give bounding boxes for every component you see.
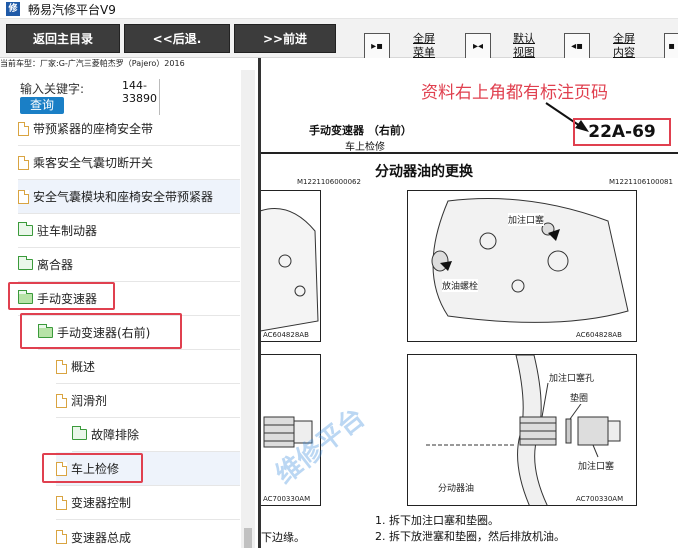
page-code-box: 22A-69 [573, 118, 671, 146]
document-icon [18, 121, 29, 136]
document-icon [56, 359, 67, 374]
left-panel: 输入关键字: 144- 33890 查询 带预紧器的座椅安全带 乘客安全气囊切断… [0, 70, 258, 548]
toolbar: 返回主目录 <<后退. >>前进 ▸▪ 全屏 菜单 ▸◂ 默认 视图 ◂▪ 全屏… [0, 19, 678, 60]
figure-bottom-right: 加注口塞孔 垫圈 加注口塞 分动器油 AC700330AM [407, 354, 637, 506]
folder-icon [72, 426, 87, 440]
tree-item-label: 概述 [71, 360, 96, 374]
more-tools-icon[interactable]: ▪ [664, 33, 678, 59]
tree-item-label: 离合器 [37, 258, 74, 272]
tree-item[interactable]: 乘客安全气囊切断开关 [18, 146, 240, 180]
tree-item-label: 安全气囊模块和座椅安全带预紧器 [33, 190, 214, 204]
highlight-box [42, 453, 143, 483]
fullscreen-menu-button[interactable]: 全屏 菜单 [413, 32, 445, 60]
document-viewer: 资料右上角都有标注页码 22A-69 手动变速器 （右前） 车上检修 分动器油的… [261, 58, 678, 548]
figure-code: AC700330AM [576, 495, 624, 503]
default-view-icon[interactable]: ▸◂ [465, 33, 491, 59]
fullscreen-menu-icon[interactable]: ▸▪ [364, 33, 390, 59]
search-input[interactable]: 144- 33890 [122, 79, 160, 115]
header-rule [261, 152, 678, 154]
step-2: 2. 拆下放泄塞和垫圈，然后排放机油。 [375, 530, 565, 543]
scrollbar-track[interactable] [241, 70, 255, 548]
step-1: 1. 拆下加注口塞和垫圈。 [375, 514, 499, 527]
tree-item-label: 驻车制动器 [37, 224, 98, 238]
label-fill-plug-2: 加注口塞 [578, 459, 615, 472]
label-drain-bolt: 放油螺栓 [442, 279, 479, 292]
figure-code: AC604828AB [263, 331, 309, 339]
tree-item[interactable]: 概述 [56, 350, 240, 384]
figure-code: AC604828AB [576, 331, 622, 339]
search-label: 输入关键字: [20, 82, 85, 96]
left-step-text: 下边缘。 [261, 531, 305, 544]
document-heading: 分动器油的更换 [375, 164, 473, 180]
tree-item[interactable]: 带预紧器的座椅安全带 [18, 112, 240, 146]
label-plug-hole: 加注口塞孔 [549, 371, 595, 384]
fig-code-left: M1221106000062 [297, 178, 361, 186]
section-title: 手动变速器 （右前） [309, 124, 412, 137]
label-gasket: 垫圈 [570, 391, 589, 404]
window-title: 畅易汽修平台V9 [28, 2, 116, 17]
figure-top-left: AC604828AB [261, 190, 321, 342]
transmission-drawing-icon [261, 208, 319, 332]
current-car-label: 当前车型：厂家:G-广汽三菱帕杰罗（Pajero）2016 [0, 59, 185, 68]
document-icon [18, 189, 29, 204]
forward-button[interactable]: >>前进 [234, 24, 336, 53]
tree-item-label: 变速器总成 [71, 530, 132, 545]
document-icon [56, 495, 67, 510]
tree-item-label: 故障排除 [91, 428, 140, 442]
highlight-box [20, 313, 182, 349]
tree-item[interactable]: 故障排除 [72, 418, 240, 452]
document-icon [56, 530, 67, 544]
search-value-line-1: 144- [122, 79, 147, 92]
label-transfer-oil: 分动器油 [438, 481, 475, 494]
tree-item[interactable]: 变速器控制 [56, 486, 240, 520]
figure-top-right: 加注口塞 放油螺栓 AC604828AB [407, 190, 637, 342]
app-logo-icon: 修 [6, 2, 20, 16]
tree-item-label: 润滑剂 [71, 394, 108, 408]
folder-icon [18, 256, 33, 270]
tree-item[interactable]: 安全气囊模块和座椅安全带预紧器 [18, 180, 240, 214]
default-view-label-1: 默认 [513, 32, 535, 45]
fullscreen-menu-label-1: 全屏 [413, 32, 435, 45]
default-view-button[interactable]: 默认 视图 [513, 32, 545, 60]
back-to-main-button[interactable]: 返回主目录 [6, 24, 120, 53]
figure-code: AC700330AM [263, 495, 311, 503]
highlight-box [8, 282, 115, 310]
section-subtitle: 车上检修 [345, 142, 385, 153]
tree-item[interactable]: 离合器 [18, 248, 240, 282]
tree-item-label: 乘客安全气囊切断开关 [33, 156, 154, 170]
document-icon [18, 155, 29, 170]
fullscreen-content-icon[interactable]: ◂▪ [564, 33, 590, 59]
tree-item-label: 带预紧器的座椅安全带 [33, 122, 154, 136]
fullscreen-content-button[interactable]: 全屏 内容 [613, 32, 645, 60]
label-fill-plug: 加注口塞 [508, 213, 545, 226]
scrollbar-thumb[interactable] [244, 528, 252, 548]
folder-icon [18, 222, 33, 236]
title-bar: 修 畅易汽修平台V9 [0, 0, 678, 19]
procedure-steps: 1. 拆下加注口塞和垫圈。 2. 拆下放泄塞和垫圈，然后排放机油。 [375, 513, 565, 545]
tree-item[interactable]: 驻车制动器 [18, 214, 240, 248]
document-icon [56, 393, 67, 408]
back-button[interactable]: <<后退. [124, 24, 230, 53]
fullscreen-content-label-1: 全屏 [613, 32, 635, 45]
tree-item-label: 变速器控制 [71, 496, 132, 510]
search-value-line-2: 33890 [122, 92, 157, 105]
tree-item[interactable]: 变速器总成 [56, 520, 240, 548]
fig-code-right: M1221106100081 [609, 178, 673, 186]
tree-item[interactable]: 润滑剂 [56, 384, 240, 418]
